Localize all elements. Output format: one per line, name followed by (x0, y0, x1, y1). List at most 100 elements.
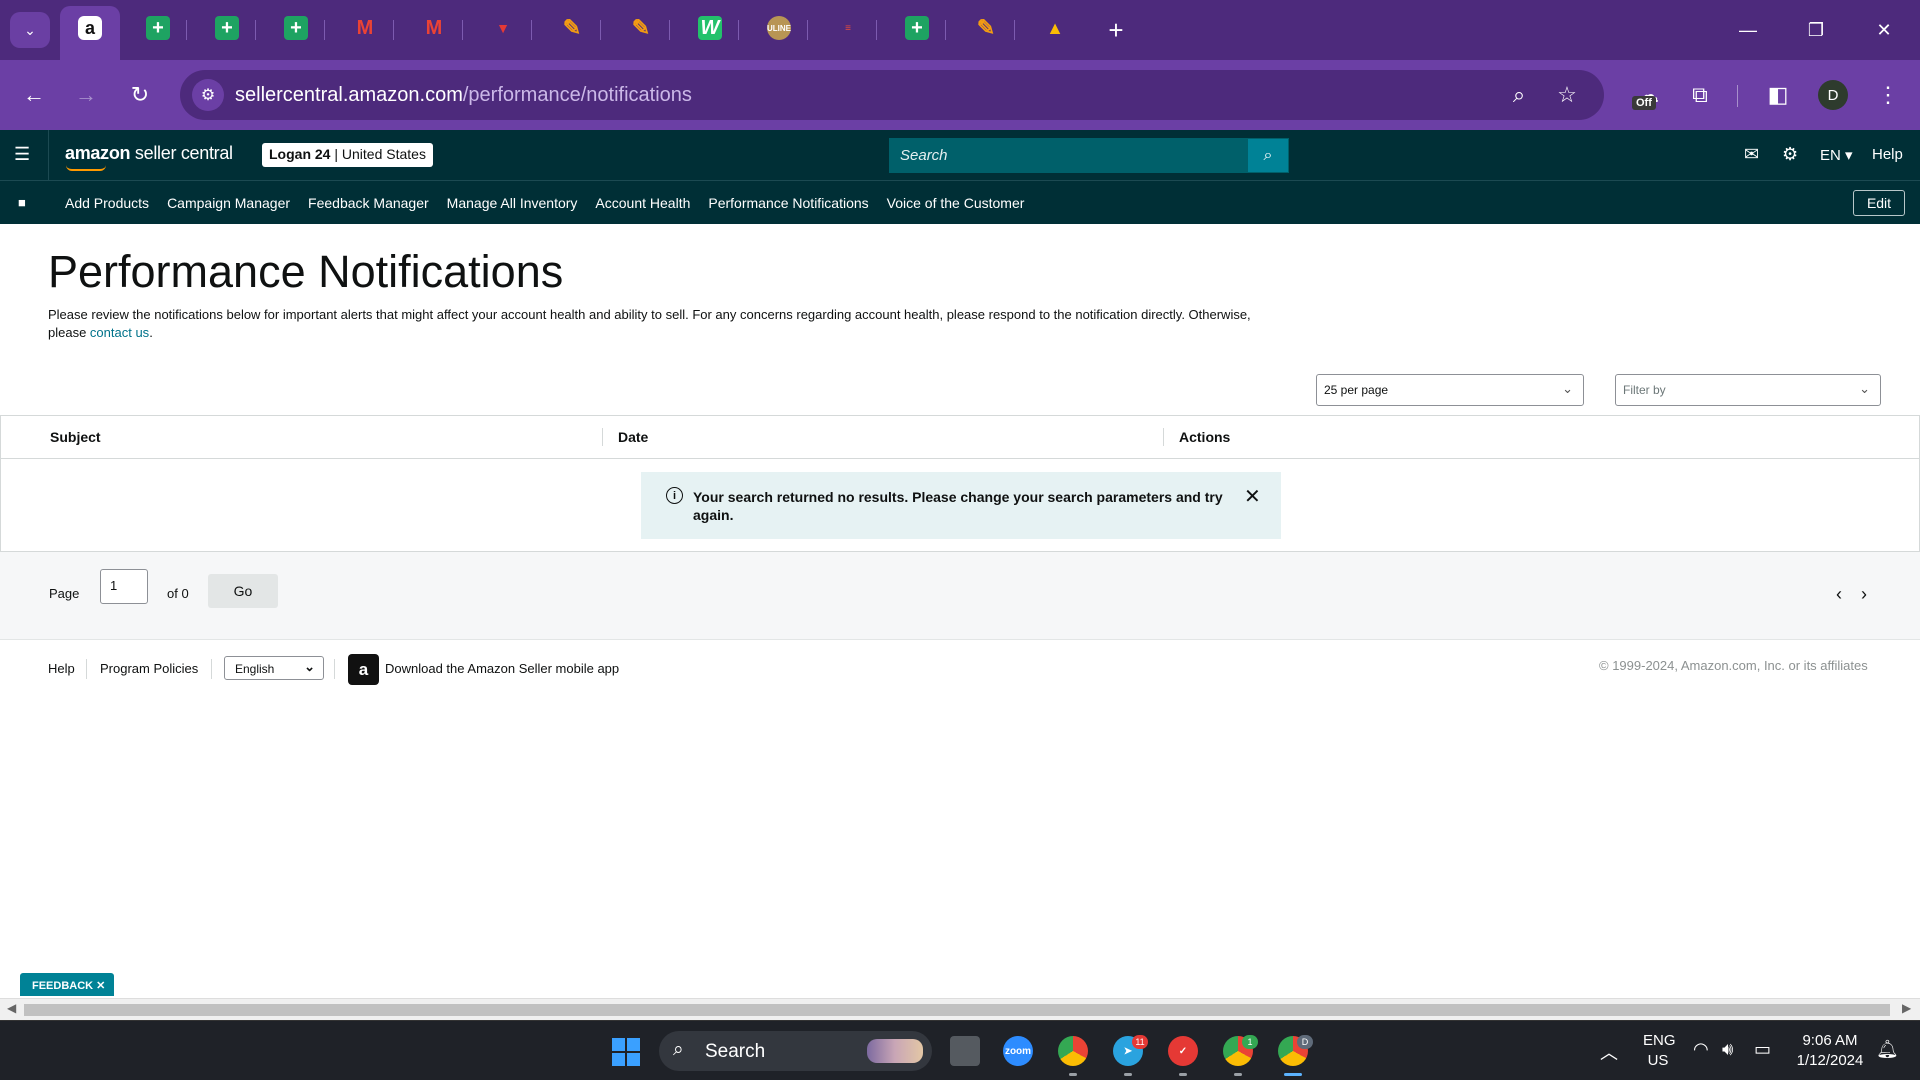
footer-program-policies-link[interactable]: Program Policies (100, 661, 198, 676)
info-icon: i (666, 487, 683, 504)
chrome-app-icon[interactable] (1058, 1036, 1088, 1066)
mail-icon[interactable]: ✉ (1744, 144, 1759, 165)
task-view-icon[interactable] (950, 1036, 980, 1066)
url-text[interactable]: sellercentral.amazon.com/performance/not… (235, 84, 692, 107)
pen-icon[interactable]: ✎ (974, 15, 998, 40)
search-highlight-image (867, 1039, 923, 1063)
search-icon[interactable]: ⌕ (1248, 139, 1288, 172)
seller-central-logo[interactable]: amazon seller central (65, 143, 233, 164)
menu-kebab-icon[interactable]: ⋮ (1870, 77, 1906, 113)
no-results-alert: i Your search returned no results. Pleas… (641, 472, 1281, 539)
scroll-right-icon[interactable]: ▶ (1902, 1001, 1911, 1015)
nav-manage-inventory[interactable]: Manage All Inventory (447, 195, 578, 211)
red-logo-icon[interactable]: ▼ (491, 16, 515, 40)
nav-campaign-manager[interactable]: Campaign Manager (167, 195, 290, 211)
tab-search-button[interactable]: ⌄ (10, 12, 50, 48)
bars-icon[interactable]: ≡ (836, 16, 860, 40)
account-switcher[interactable]: Logan 24 | United States (262, 143, 433, 167)
google-sheets-icon[interactable]: + (215, 16, 239, 40)
column-header-date[interactable]: Date (618, 429, 648, 445)
amazon-icon[interactable]: a (78, 16, 102, 40)
uline-icon[interactable]: ULINE (767, 16, 791, 40)
gmail-icon[interactable]: M (422, 16, 446, 40)
nav-performance-notifications[interactable]: Performance Notifications (708, 195, 868, 211)
nav-add-products[interactable]: Add Products (65, 195, 149, 211)
google-sheets-icon[interactable]: + (146, 16, 170, 40)
chevron-down-icon: ⌄ (1859, 381, 1870, 396)
browser-toolbar: ← → ↻ ⚙ sellercentral.amazon.com/perform… (0, 60, 1920, 130)
clock-time[interactable]: 9:06 AM (1792, 1032, 1868, 1049)
column-header-actions: Actions (1179, 429, 1231, 445)
per-page-select[interactable]: 25 per page ⌄ (1316, 374, 1584, 406)
new-tab-button[interactable]: + (1100, 12, 1132, 48)
zoom-icon[interactable]: ⌕ (1506, 82, 1532, 108)
side-panel-icon[interactable]: ◧ (1760, 77, 1796, 113)
column-header-subject[interactable]: Subject (50, 429, 101, 445)
profile-badge: D (1297, 1035, 1313, 1049)
windows-start-icon[interactable] (612, 1038, 640, 1066)
windows-taskbar: ⌕ Search zoom ➤ 11 ✓ 1 D ︿ ENG US ◠ 🔊︎ ▭… (0, 1020, 1920, 1080)
hamburger-menu-icon[interactable]: ☰ (14, 144, 32, 164)
language-selector[interactable]: EN ▾ (1820, 146, 1853, 164)
filter-select[interactable]: Filter by ⌄ (1615, 374, 1881, 406)
volume-icon[interactable]: 🔊︎ (1722, 1039, 1733, 1060)
nav-links: Add Products Campaign Manager Feedback M… (65, 195, 1024, 211)
close-icon[interactable]: ✕ (1864, 10, 1904, 50)
language-indicator-bottom[interactable]: US (1643, 1052, 1673, 1069)
feedback-tab[interactable]: FEEDBACK ✕ (20, 973, 114, 996)
taskbar-search[interactable]: ⌕ Search (659, 1031, 932, 1071)
copyright: © 1999-2024, Amazon.com, Inc. or its aff… (1599, 658, 1868, 673)
scrollbar-thumb[interactable] (24, 1004, 1890, 1016)
contact-us-link[interactable]: contact us (90, 325, 149, 340)
battery-icon[interactable]: ▭ (1754, 1039, 1771, 1060)
page-footer: Help Program Policies English ⌄ a Downloa… (0, 645, 1920, 693)
reload-icon[interactable]: ↻ (122, 77, 158, 113)
notifications-table: Subject Date Actions i Your search retur… (0, 415, 1920, 552)
pen-icon[interactable]: ✎ (560, 15, 584, 40)
close-icon[interactable]: ✕ (1244, 484, 1261, 509)
seller-search-input[interactable] (890, 139, 1250, 172)
bookmark-star-icon[interactable]: ☆ (1554, 82, 1580, 108)
google-drive-icon[interactable]: ▲ (1043, 16, 1067, 40)
horizontal-scrollbar[interactable]: ◀ ▶ (0, 998, 1920, 1020)
download-app-link[interactable]: Download the Amazon Seller mobile app (385, 661, 619, 676)
gear-icon[interactable]: ⚙ (1782, 144, 1798, 165)
browser-tab-strip: ⌄ a + + + M M ▼ ✎ ✎ W ULINE ≡ + ✎ ▲ + — … (0, 0, 1920, 60)
extensions-puzzle-icon[interactable]: ⧉ (1682, 77, 1718, 113)
pen-icon[interactable]: ✎ (629, 15, 653, 40)
footer-help-link[interactable]: Help (48, 661, 75, 676)
wifi-icon[interactable]: ◠ (1693, 1039, 1709, 1060)
profile-avatar[interactable]: D (1818, 80, 1848, 110)
nav-account-health[interactable]: Account Health (595, 195, 690, 211)
language-indicator-top[interactable]: ENG (1643, 1032, 1676, 1049)
google-sheets-icon[interactable]: + (284, 16, 308, 40)
nav-voice-of-customer[interactable]: Voice of the Customer (887, 195, 1025, 211)
chevron-left-icon[interactable]: ‹ (1836, 584, 1842, 605)
scroll-left-icon[interactable]: ◀ (7, 1001, 16, 1015)
forward-icon[interactable]: → (68, 77, 104, 113)
show-hidden-icons-icon[interactable]: ︿ (1600, 1039, 1618, 1065)
page-number-input[interactable]: 1 (100, 569, 148, 604)
clock-date[interactable]: 1/12/2024 (1792, 1052, 1868, 1069)
tasks-app-icon[interactable]: ✓ (1168, 1036, 1198, 1066)
amazon-seller-app-icon[interactable]: a (348, 654, 379, 685)
bookmark-icon[interactable]: ■ (18, 195, 26, 210)
chevron-right-icon[interactable]: › (1861, 584, 1867, 605)
restore-icon[interactable]: ❐ (1796, 10, 1836, 50)
minimize-icon[interactable]: — (1728, 10, 1768, 50)
zoom-app-icon[interactable]: zoom (1003, 1036, 1033, 1066)
site-settings-icon[interactable]: ⚙ (192, 79, 224, 111)
google-sheets-icon[interactable]: + (905, 16, 929, 40)
footer-language-select[interactable]: English ⌄ (224, 656, 324, 680)
w-app-icon[interactable]: W (698, 16, 722, 40)
nav-feedback-manager[interactable]: Feedback Manager (308, 195, 429, 211)
gmail-icon[interactable]: M (353, 16, 377, 40)
address-bar[interactable]: ⚙ sellercentral.amazon.com/performance/n… (180, 70, 1604, 120)
pagination: Page 1 of 0 Go ‹ › (0, 552, 1920, 640)
edit-nav-button[interactable]: Edit (1853, 190, 1905, 216)
go-button[interactable]: Go (208, 574, 278, 608)
back-icon[interactable]: ← (16, 77, 52, 113)
chevron-down-icon: ⌄ (304, 659, 315, 674)
help-link[interactable]: Help (1872, 146, 1903, 163)
notification-bell-icon[interactable]: 🔔︎ (1876, 1039, 1899, 1060)
